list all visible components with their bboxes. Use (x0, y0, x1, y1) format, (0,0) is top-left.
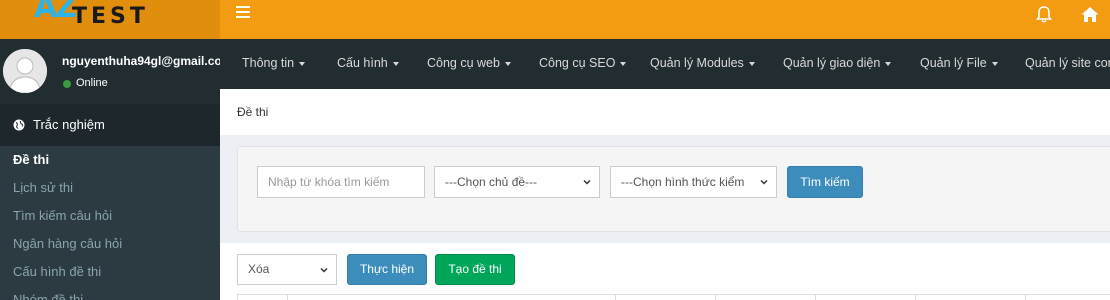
bulk-action-select[interactable]: Xóa (237, 254, 337, 285)
online-status-icon (63, 80, 71, 88)
nav-item-cong-cu-seo[interactable]: Công cụ SEO (539, 56, 627, 70)
nav-item-cau-hinh[interactable]: Cấu hình (337, 56, 399, 70)
sidebar-item-de-thi[interactable]: Đề thi (13, 152, 49, 167)
format-select[interactable]: ---Chọn hình thức kiểm (610, 166, 777, 198)
table-divider (287, 294, 288, 300)
user-panel: nguyenthuha94gl@gmail.com Online (0, 39, 220, 104)
nav-item-label: Quản lý giao diện (783, 56, 881, 70)
avatar[interactable] (3, 49, 47, 93)
keyword-search-input[interactable]: Nhập từ khóa tìm kiếm (257, 166, 425, 198)
nav-item-label: Công cụ web (427, 56, 500, 70)
sidebar-section-label: Trắc nghiệm (33, 117, 105, 132)
table-divider (1025, 294, 1026, 300)
home-icon[interactable] (1080, 5, 1100, 25)
user-email[interactable]: nguyenthuha94gl@gmail.com (62, 54, 220, 68)
sidebar-submenu: Đề thi Lịch sử thi Tìm kiếm câu hỏi Ngân… (0, 146, 220, 300)
nav-item-quan-ly-modules[interactable]: Quản lý Modules (650, 56, 755, 70)
nav-item-label: Thông tin (242, 56, 295, 70)
sidebar-item-cau-hinh-de-thi[interactable]: Cấu hình đề thi (13, 264, 101, 279)
breadcrumb-bar: Đề thi (220, 89, 1110, 135)
nav-item-label: Cấu hình (337, 56, 388, 70)
sidebar-item-ngan-hang-cau-hoi[interactable]: Ngân hàng câu hỏi (13, 236, 122, 251)
nav-item-label: Quản lý site con (1025, 56, 1110, 70)
bulk-action-value: Xóa (248, 262, 270, 276)
main-content: Đề thi Nhập từ khóa tìm kiếm ---Chọn chủ… (220, 89, 1110, 300)
caret-down-icon (392, 61, 399, 66)
chevron-down-icon (760, 179, 768, 185)
format-select-value: ---Chọn hình thức kiểm (621, 175, 745, 189)
table-divider (915, 294, 916, 300)
caret-down-icon (299, 61, 306, 66)
topic-select-value: ---Chọn chủ đề--- (445, 175, 538, 189)
search-button[interactable]: Tìm kiếm (787, 166, 863, 198)
logo-text: TEST (72, 4, 149, 29)
hamburger-icon[interactable] (236, 6, 250, 20)
breadcrumb: Đề thi (237, 105, 269, 119)
online-status: Online (76, 77, 108, 89)
caret-down-icon (748, 61, 755, 66)
site-logo[interactable]: AZ TEST (0, 0, 220, 39)
nav-item-label: Quản lý File (920, 56, 987, 70)
sidebar-item-tim-kiem-cau-hoi[interactable]: Tìm kiếm câu hỏi (13, 208, 112, 223)
sidebar-section-trac-nghiem[interactable]: Trắc nghiệm (0, 104, 220, 146)
nav-item-thong-tin[interactable]: Thông tin (242, 56, 306, 70)
globe-icon (13, 119, 25, 131)
table-divider (237, 294, 238, 300)
chevron-down-icon (320, 267, 328, 273)
topic-select[interactable]: ---Chọn chủ đề--- (434, 166, 600, 198)
nav-item-quan-ly-giao-dien[interactable]: Quản lý giao diện (783, 56, 892, 70)
table-divider (715, 294, 716, 300)
main-nav: Thông tin Cấu hình Công cụ web Công cụ S… (220, 39, 1110, 89)
nav-item-quan-ly-site-con[interactable]: Quản lý site con (1025, 56, 1110, 70)
nav-item-label: Quản lý Modules (650, 56, 744, 70)
create-exam-button[interactable]: Tạo đề thi (435, 254, 515, 285)
table-divider (815, 294, 816, 300)
execute-button[interactable]: Thực hiện (347, 254, 427, 285)
caret-down-icon (504, 61, 511, 66)
top-header: AZ TEST (0, 0, 1110, 39)
bell-icon[interactable] (1034, 5, 1054, 25)
search-panel: Nhập từ khóa tìm kiếm ---Chọn chủ đề--- … (237, 146, 1110, 232)
nav-item-label: Công cụ SEO (539, 56, 616, 70)
table-divider (615, 294, 616, 300)
caret-down-icon (620, 61, 627, 66)
nav-item-quan-ly-file[interactable]: Quản lý File (920, 56, 998, 70)
exam-table-header (237, 294, 1110, 300)
sidebar: nguyenthuha94gl@gmail.com Online Trắc ng… (0, 39, 220, 300)
sidebar-item-lich-su-thi[interactable]: Lịch sử thi (13, 180, 73, 195)
caret-down-icon (991, 61, 998, 66)
sidebar-item-nhom-de-thi[interactable]: Nhóm đề thi (13, 292, 83, 300)
logo-mark: AZ (34, 0, 77, 25)
chevron-down-icon (583, 179, 591, 185)
nav-item-cong-cu-web[interactable]: Công cụ web (427, 56, 511, 70)
caret-down-icon (885, 61, 892, 66)
